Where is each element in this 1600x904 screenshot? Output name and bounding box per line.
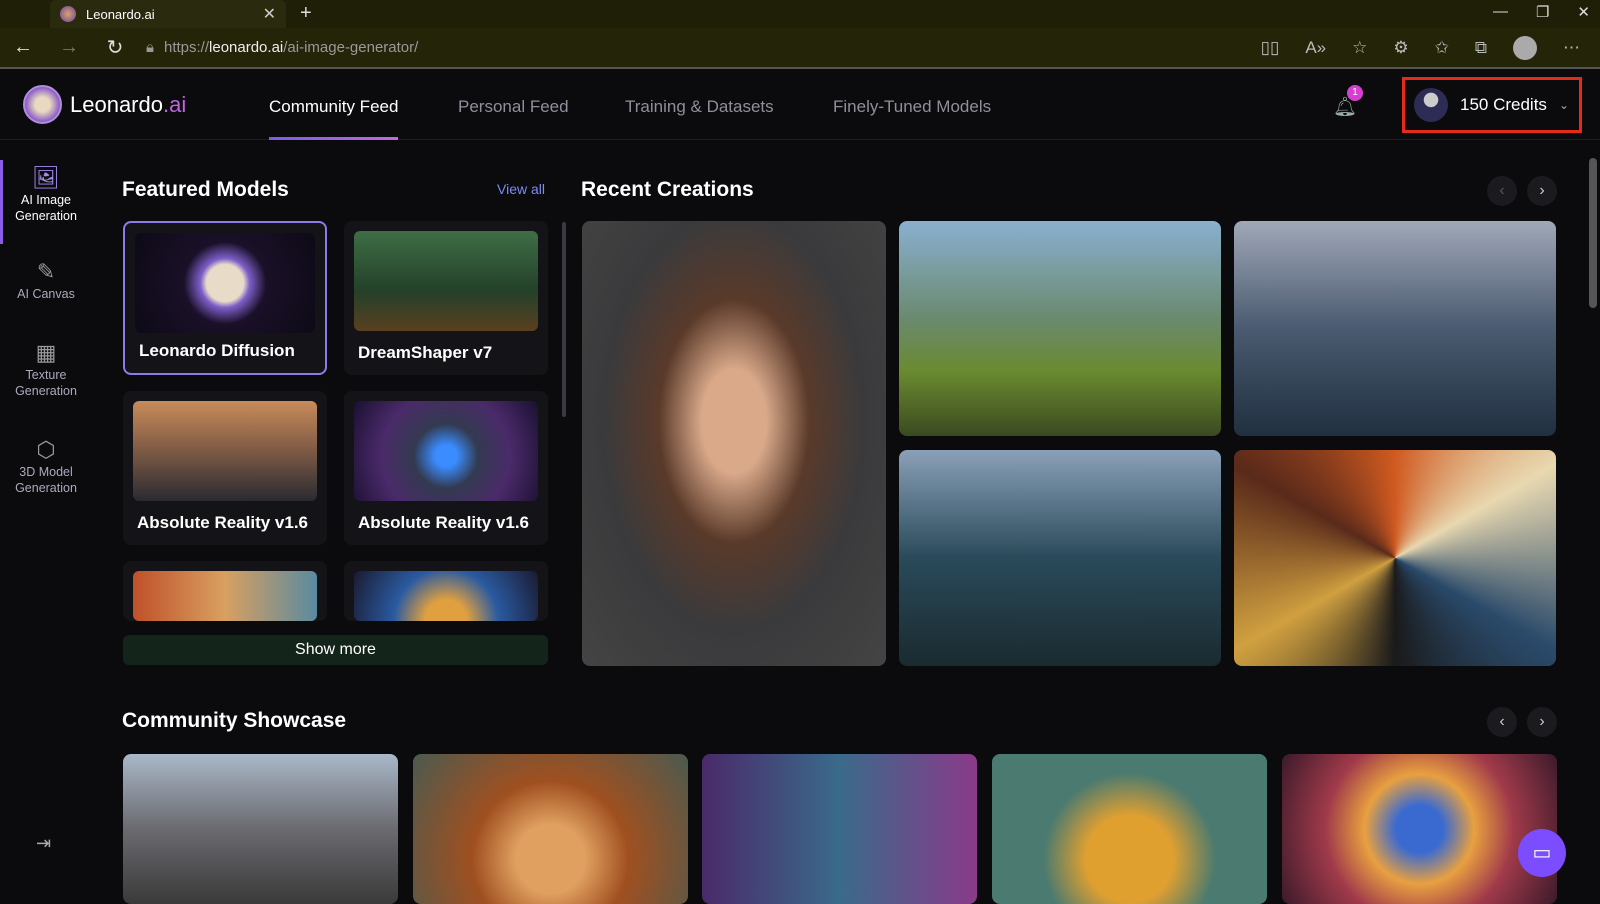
pen-icon: ✎ — [36, 259, 56, 284]
new-tab-button[interactable]: + — [300, 2, 312, 25]
app-header: Leonardo.ai Community Feed Personal Feed… — [0, 69, 1600, 140]
showcase-image[interactable] — [123, 754, 398, 904]
next-arrow-icon[interactable]: › — [1527, 707, 1557, 737]
tab-title: Leonardo.ai — [86, 6, 155, 22]
logout-icon[interactable]: ⇥ — [36, 833, 51, 854]
chevron-down-icon: ⌄ — [1558, 98, 1569, 112]
credits-label: 150 Credits — [1460, 95, 1547, 114]
address-bar: ← → ↻ 🔒︎ https://leonardo.ai/ai-image-gen… — [0, 28, 1600, 69]
avatar — [1414, 88, 1448, 122]
model-card[interactable]: Absolute Reality v1.6 — [123, 391, 327, 545]
model-card[interactable] — [123, 561, 327, 621]
model-thumbnail — [133, 571, 317, 621]
creation-image[interactable] — [1234, 450, 1556, 666]
collections-icon[interactable]: ⧉ — [1475, 38, 1487, 58]
url-domain: leonardo.ai — [209, 39, 284, 56]
read-aloud-icon[interactable]: A» — [1305, 38, 1326, 58]
model-name: Absolute Reality v1.6 — [137, 513, 309, 532]
creation-image[interactable] — [899, 221, 1221, 436]
prev-arrow-icon[interactable]: ‹ — [1487, 176, 1517, 206]
restore-icon[interactable]: ❐ — [1536, 3, 1549, 21]
image-icon: 🖼︎ — [32, 165, 60, 190]
back-icon[interactable]: ← — [0, 36, 46, 59]
logo-suffix: .ai — [162, 91, 187, 117]
showcase-image[interactable] — [702, 754, 977, 904]
url-path: /ai-image-generator/ — [283, 39, 419, 56]
browser-tab[interactable]: Leonardo.ai ✕ — [50, 0, 286, 28]
extensions-icon[interactable]: ⚙ — [1393, 38, 1408, 58]
tab-finely-tuned-models[interactable]: Finely-Tuned Models — [833, 97, 991, 117]
model-name: Absolute Reality v1.6 — [358, 513, 530, 532]
model-thumbnail — [354, 401, 538, 501]
showcase-image[interactable] — [1282, 754, 1557, 904]
minimize-icon[interactable]: — — [1493, 3, 1508, 21]
logo-text: Leonardo — [70, 91, 163, 117]
cube-icon: ⬡ — [36, 437, 56, 462]
showcase-image[interactable] — [413, 754, 688, 904]
forward-icon[interactable]: → — [46, 36, 92, 59]
sidebar-item-ai-canvas[interactable]: ✎ AI Canvas — [0, 259, 92, 302]
sidebar-item-label: AI Canvas — [17, 287, 75, 301]
notification-badge: 1 — [1347, 85, 1363, 101]
next-arrow-icon[interactable]: › — [1527, 176, 1557, 206]
favorite-add-icon[interactable]: ☆ — [1352, 38, 1367, 58]
creation-image[interactable] — [1234, 221, 1556, 436]
sidebar-item-3d-model-generation[interactable]: ⬡ 3D Model Generation — [0, 437, 92, 496]
sidebar-item-label: AI Image Generation — [15, 193, 77, 223]
close-tab-icon[interactable]: ✕ — [263, 4, 276, 24]
texture-icon: ▦ — [35, 340, 57, 365]
sidebar-item-label: 3D Model Generation — [15, 465, 77, 495]
browser-tabbar: Leonardo.ai ✕ + — ❐ ✕ — [0, 0, 1600, 28]
model-card[interactable] — [344, 561, 548, 621]
more-icon[interactable]: ⋯ — [1563, 38, 1580, 58]
creation-image[interactable] — [899, 450, 1221, 666]
model-card[interactable]: Absolute Reality v1.6 — [344, 391, 548, 545]
chat-icon[interactable]: ▭ — [1518, 829, 1566, 877]
model-card[interactable]: Leonardo Diffusion — [123, 221, 327, 375]
logo[interactable]: Leonardo.ai — [23, 85, 186, 124]
sidebar: 🖼︎ AI Image Generation ✎ AI Canvas ▦ Textur… — [0, 140, 92, 893]
url-prefix: https:// — [163, 39, 210, 56]
prev-arrow-icon[interactable]: ‹ — [1487, 707, 1517, 737]
close-window-icon[interactable]: ✕ — [1577, 3, 1590, 21]
credits-button[interactable]: 150 Credits ⌄ — [1402, 77, 1582, 133]
tab-training-datasets[interactable]: Training & Datasets — [625, 97, 774, 117]
sidebar-item-texture-generation[interactable]: ▦ Texture Generation — [0, 340, 92, 399]
view-all-link[interactable]: View all — [497, 181, 545, 197]
model-name: DreamShaper v7 — [358, 343, 493, 362]
featured-models-title: Featured Models — [122, 178, 289, 201]
sidebar-item-ai-image-generation[interactable]: 🖼︎ AI Image Generation — [0, 160, 92, 244]
recent-creations-title: Recent Creations — [581, 178, 754, 201]
community-showcase-title: Community Showcase — [122, 709, 347, 732]
model-thumbnail — [133, 401, 317, 501]
model-name: Leonardo Diffusion — [139, 341, 295, 360]
show-more-button[interactable]: Show more — [123, 635, 548, 665]
creation-image[interactable] — [582, 221, 886, 666]
reader-icon[interactable]: ▯▯ — [1261, 38, 1280, 58]
url-input[interactable]: 🔒︎ https://leonardo.ai/ai-image-generator… — [146, 39, 418, 56]
sidebar-item-label: Texture Generation — [15, 368, 77, 398]
model-thumbnail — [135, 233, 315, 333]
model-thumbnail — [354, 231, 538, 331]
lock-icon: 🔒︎ — [146, 39, 154, 56]
tab-personal-feed[interactable]: Personal Feed — [458, 97, 569, 117]
showcase-image[interactable] — [992, 754, 1267, 904]
tab-community-feed[interactable]: Community Feed — [269, 97, 399, 140]
models-scrollbar[interactable] — [562, 222, 566, 417]
page-scrollbar[interactable] — [1589, 158, 1597, 308]
logo-icon — [23, 85, 62, 124]
model-card[interactable]: DreamShaper v7 — [344, 221, 548, 375]
favicon-icon — [60, 6, 76, 22]
refresh-icon[interactable]: ↻ — [92, 35, 138, 60]
model-thumbnail — [354, 571, 538, 621]
favorites-icon[interactable]: ✩ — [1435, 38, 1449, 58]
profile-icon[interactable] — [1513, 35, 1537, 60]
